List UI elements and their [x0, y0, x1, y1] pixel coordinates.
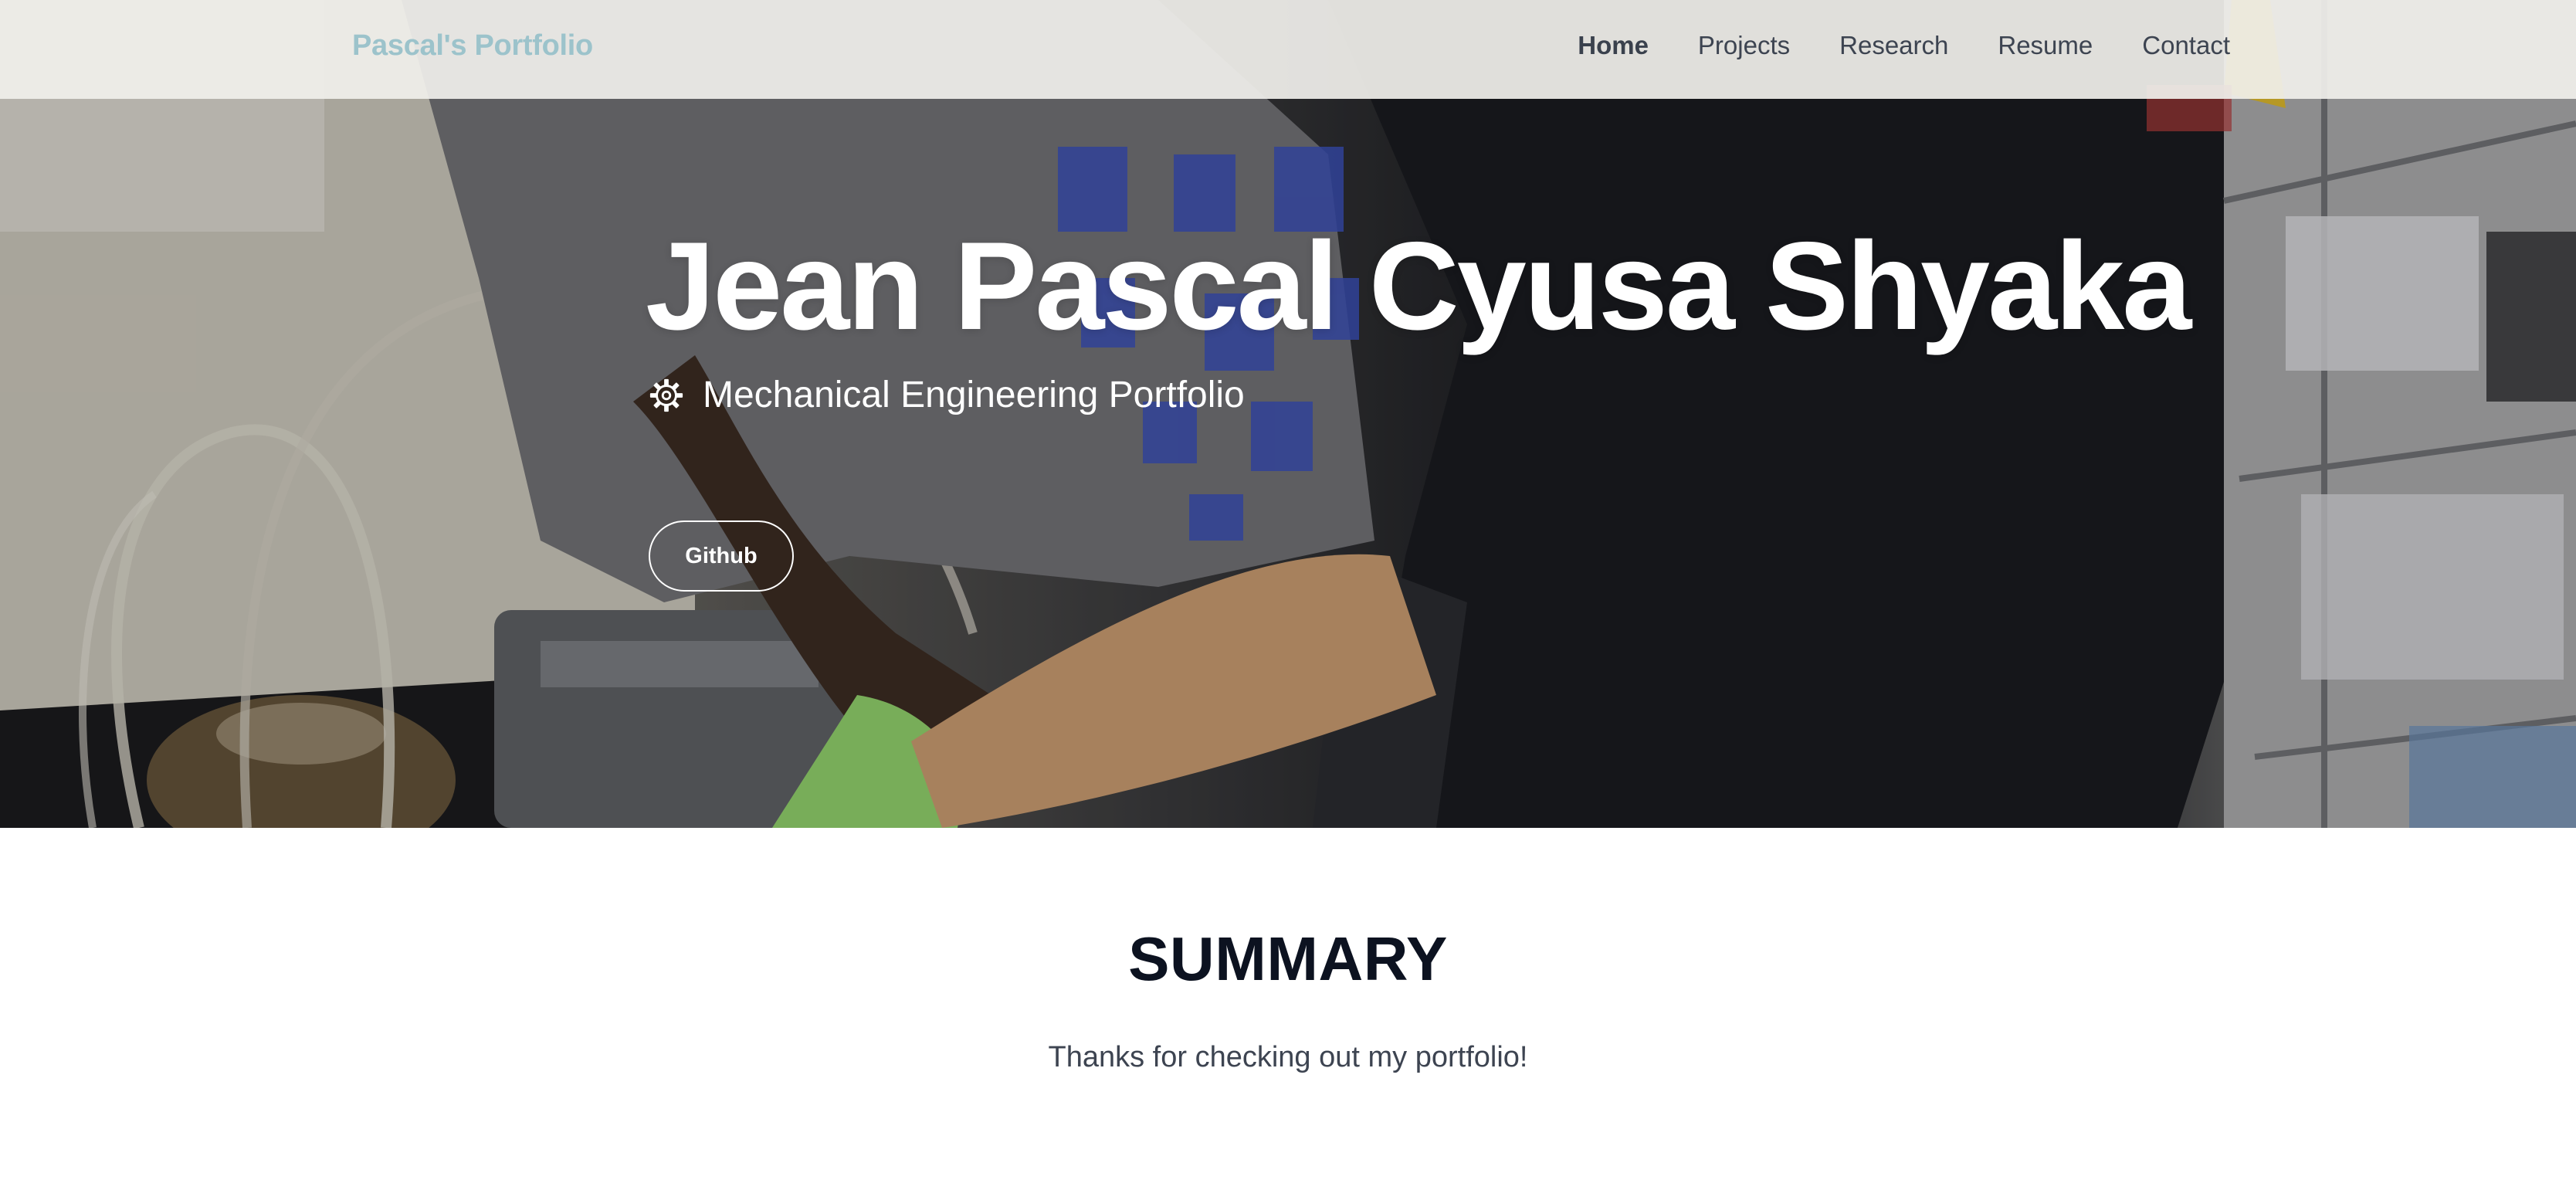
- github-button[interactable]: Github: [649, 520, 794, 592]
- hero-title: Jean Pascal Cyusa Shyaka: [646, 216, 2191, 356]
- hero-subtitle: Mechanical Engineering Portfolio: [649, 374, 1245, 416]
- nav-link-contact[interactable]: Contact: [2142, 31, 2230, 59]
- nav-links: Home Projects Research Resume Contact: [1578, 31, 2230, 60]
- navbar: Pascal's Portfolio Home Projects Researc…: [0, 0, 2576, 99]
- nav-link-research[interactable]: Research: [1839, 31, 1948, 59]
- gear-icon: [649, 378, 683, 412]
- brand-link[interactable]: Pascal's Portfolio: [352, 29, 593, 63]
- hero-section: [0, 0, 2576, 828]
- nav-link-resume[interactable]: Resume: [1998, 31, 2093, 59]
- hero-subtitle-text: Mechanical Engineering Portfolio: [703, 375, 1245, 415]
- nav-item-home: Home: [1578, 31, 1649, 60]
- summary-heading: SUMMARY: [1128, 924, 1448, 993]
- nav-item-projects: Projects: [1698, 31, 1790, 60]
- summary-section: SUMMARY Thanks for checking out my portf…: [0, 828, 2576, 1180]
- hero-overlay: [0, 0, 2576, 828]
- nav-item-resume: Resume: [1998, 31, 2093, 60]
- nav-link-projects[interactable]: Projects: [1698, 31, 1790, 59]
- nav-item-contact: Contact: [2142, 31, 2230, 60]
- summary-text: Thanks for checking out my portfolio!: [1048, 1041, 1528, 1073]
- nav-item-research: Research: [1839, 31, 1948, 60]
- nav-link-home[interactable]: Home: [1578, 31, 1649, 59]
